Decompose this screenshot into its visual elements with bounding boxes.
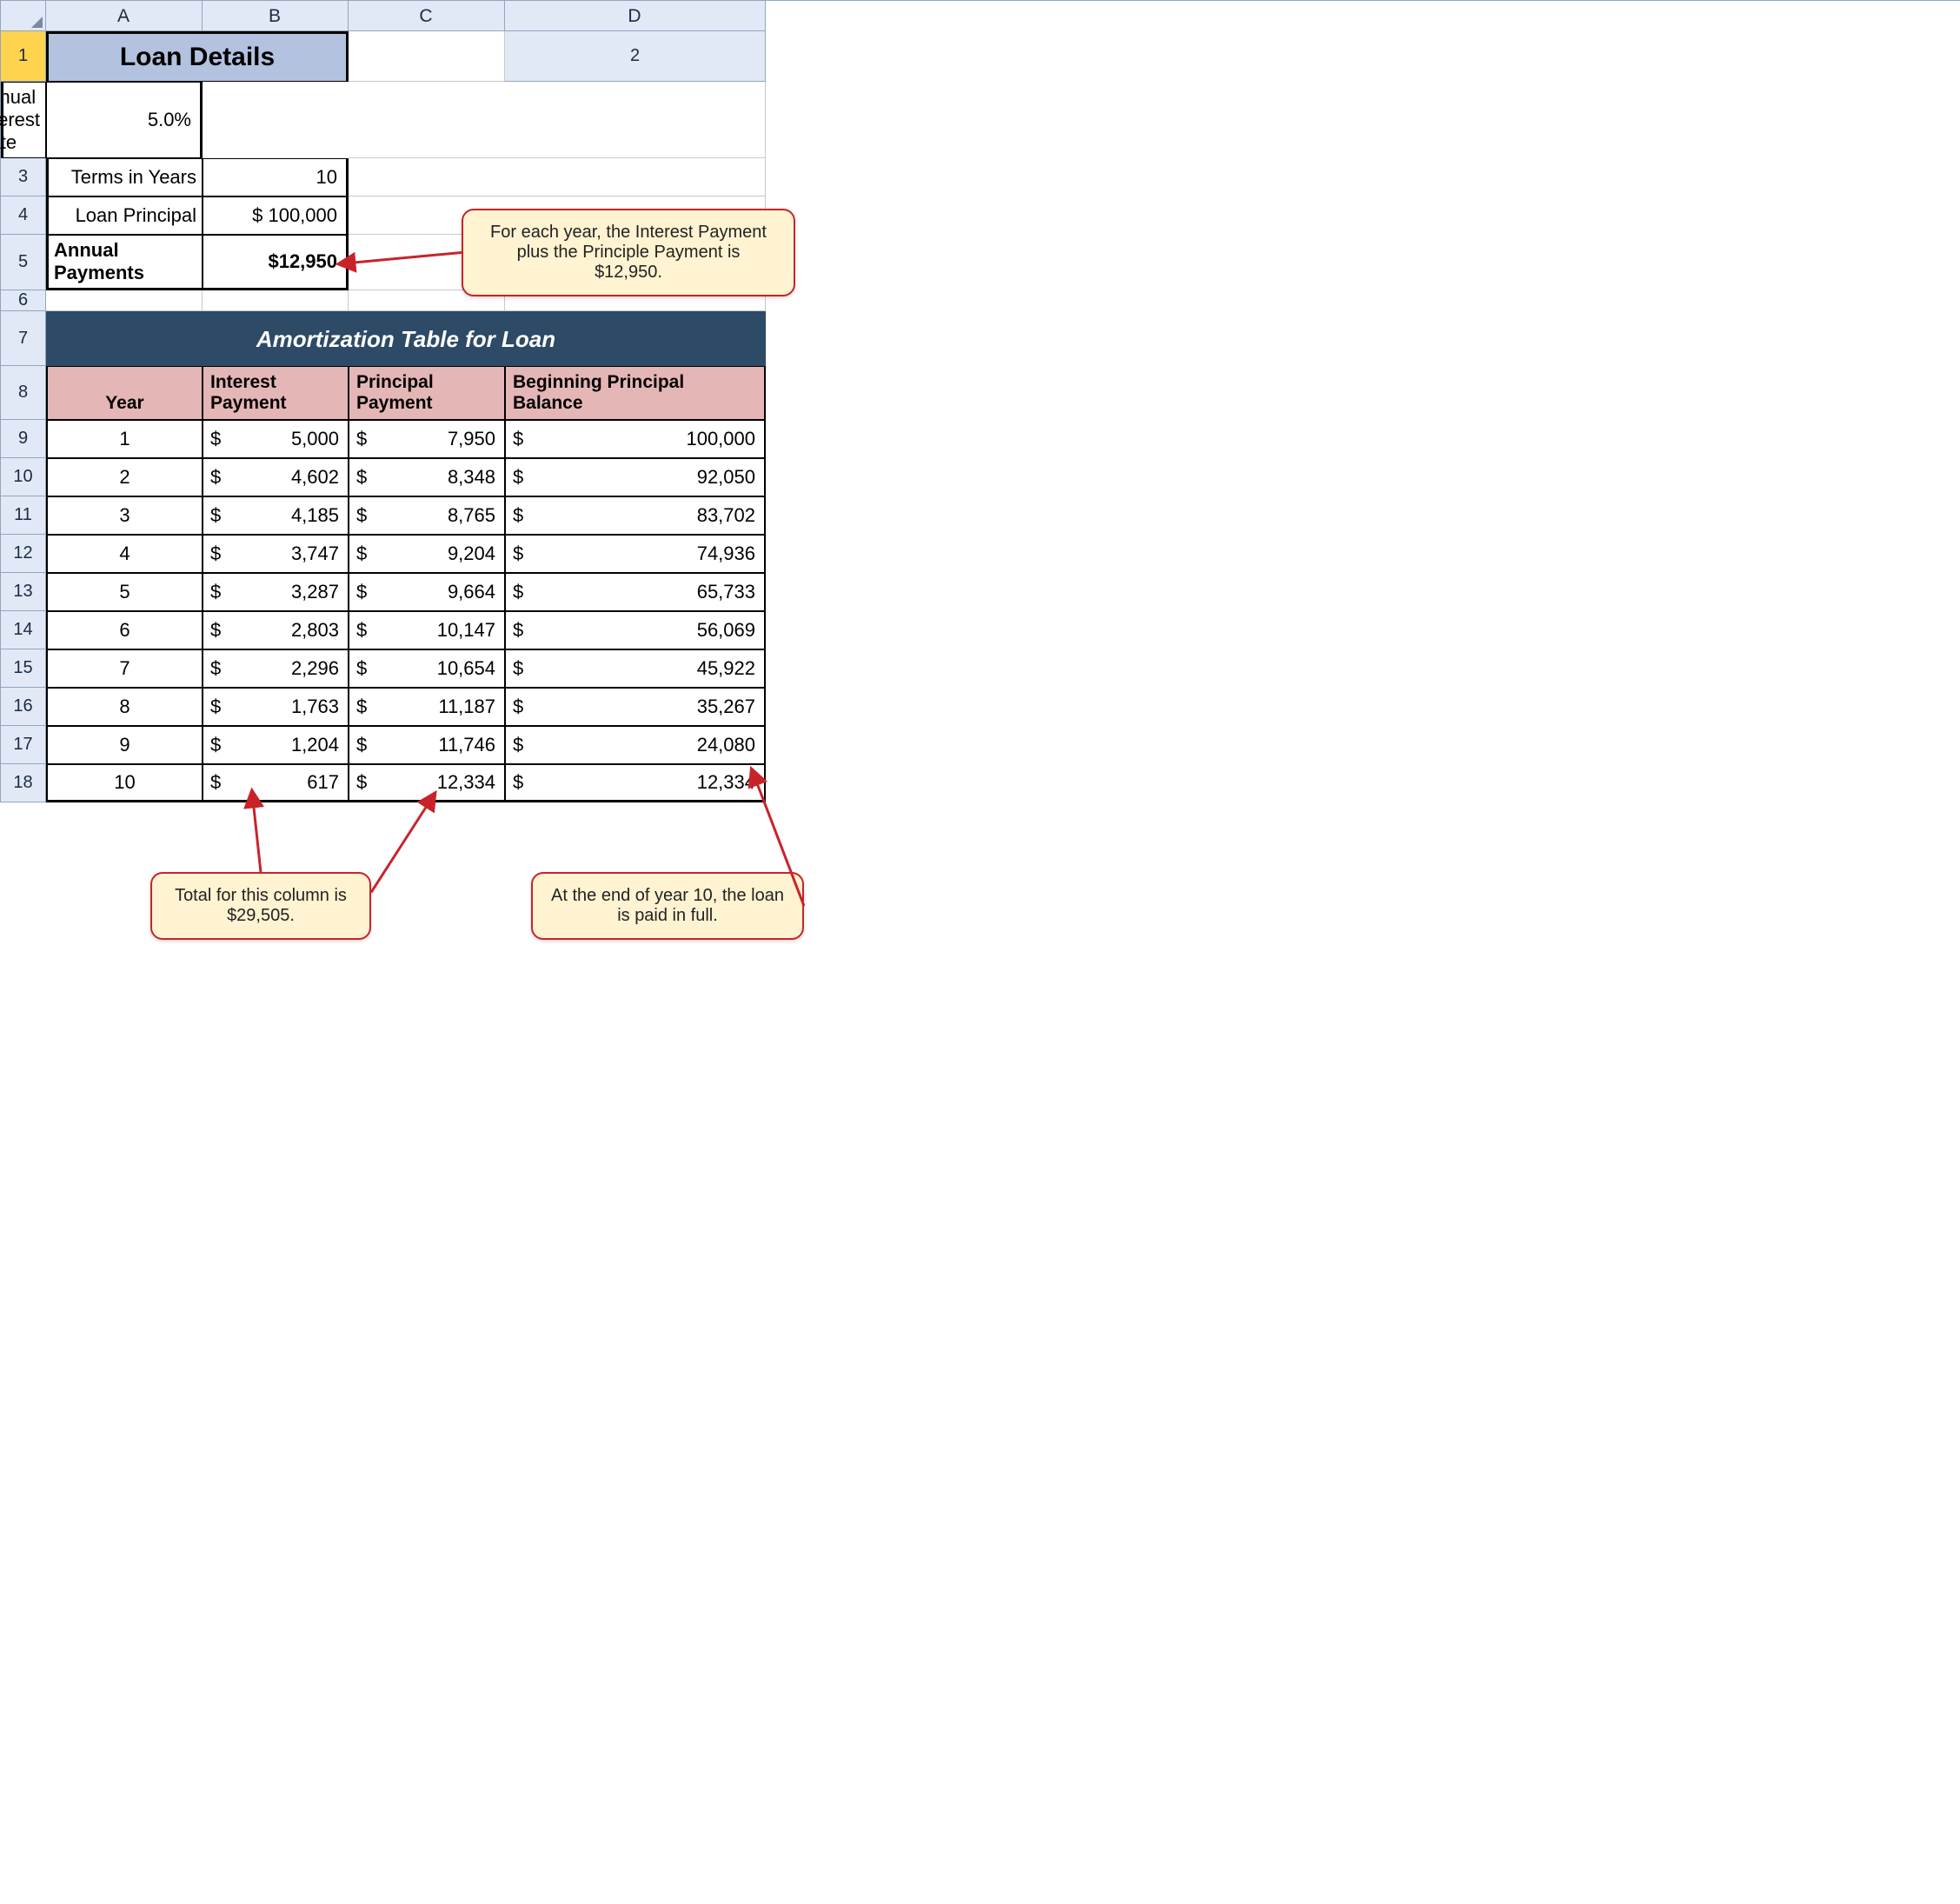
am-head-interest: Interest Payment (203, 366, 349, 420)
am-principal[interactable]: $8,765 (349, 496, 505, 535)
row-header-3[interactable]: 3 (1, 158, 46, 196)
row-header-9[interactable]: 9 (1, 420, 46, 458)
callout-column-total: Total for this column is $29,505. (150, 872, 371, 940)
col-header-C[interactable]: C (349, 1, 505, 31)
amortization-title: Amortization Table for Loan (46, 311, 766, 366)
ld-value-principal[interactable]: $ 100,000 (203, 196, 349, 235)
row-header-10[interactable]: 10 (1, 458, 46, 496)
am-head-principal: Principal Payment (349, 366, 505, 420)
am-year[interactable]: 1 (46, 420, 203, 458)
am-interest[interactable]: $1,763 (203, 688, 349, 726)
am-year[interactable]: 5 (46, 573, 203, 611)
col-header-D[interactable]: D (505, 1, 766, 31)
am-principal[interactable]: $10,147 (349, 611, 505, 649)
am-year[interactable]: 7 (46, 649, 203, 688)
loan-details-title: Loan Details (46, 31, 349, 82)
am-balance[interactable]: $45,922 (505, 649, 766, 688)
ld-label-annual-payments[interactable]: Annual Payments (46, 235, 203, 290)
row-header-5[interactable]: 5 (1, 235, 46, 290)
am-year[interactable]: 2 (46, 458, 203, 496)
row-header-1[interactable]: 1 (1, 31, 46, 82)
ld-label-principal[interactable]: Loan Principal (46, 196, 203, 235)
am-principal[interactable]: $9,664 (349, 573, 505, 611)
spreadsheet-grid: A B C D 1 Loan Details 2 Annual Interest… (0, 0, 1960, 802)
row-header-13[interactable]: 13 (1, 573, 46, 611)
col-header-B[interactable]: B (203, 1, 349, 31)
am-balance[interactable]: $35,267 (505, 688, 766, 726)
ld-label-rate[interactable]: Annual Interest Rate (1, 82, 46, 158)
am-balance[interactable]: $83,702 (505, 496, 766, 535)
row-header-15[interactable]: 15 (1, 649, 46, 688)
am-interest[interactable]: $5,000 (203, 420, 349, 458)
row-header-17[interactable]: 17 (1, 726, 46, 764)
row-header-6[interactable]: 6 (1, 290, 46, 311)
am-year[interactable]: 8 (46, 688, 203, 726)
am-year[interactable]: 6 (46, 611, 203, 649)
cell-B6[interactable] (203, 290, 349, 311)
am-interest[interactable]: $4,185 (203, 496, 349, 535)
am-principal[interactable]: $12,334 (349, 764, 505, 802)
am-year[interactable]: 3 (46, 496, 203, 535)
am-balance[interactable]: $100,000 (505, 420, 766, 458)
ld-value-annual-payments[interactable]: $12,950 (203, 235, 349, 290)
cell-A6[interactable] (46, 290, 203, 311)
am-principal[interactable]: $10,654 (349, 649, 505, 688)
cell-D3[interactable] (349, 158, 766, 196)
am-balance[interactable]: $74,936 (505, 535, 766, 573)
am-head-year: Year (46, 366, 203, 420)
am-head-balance: Beginning Principal Balance (505, 366, 766, 420)
am-interest[interactable]: $4,602 (203, 458, 349, 496)
am-interest[interactable]: $3,287 (203, 573, 349, 611)
am-interest[interactable]: $2,296 (203, 649, 349, 688)
cell-C2-pad[interactable] (349, 82, 766, 158)
am-principal[interactable]: $11,187 (349, 688, 505, 726)
ld-label-term[interactable]: Terms in Years (46, 158, 203, 196)
am-year[interactable]: 4 (46, 535, 203, 573)
am-principal[interactable]: $11,746 (349, 726, 505, 764)
callout-paid-in-full: At the end of year 10, the loan is paid … (531, 872, 804, 940)
am-interest[interactable]: $617 (203, 764, 349, 802)
am-interest[interactable]: $1,204 (203, 726, 349, 764)
select-all-corner[interactable] (1, 1, 46, 31)
am-principal[interactable]: $9,204 (349, 535, 505, 573)
am-balance[interactable]: $24,080 (505, 726, 766, 764)
row-header-14[interactable]: 14 (1, 611, 46, 649)
am-balance[interactable]: $65,733 (505, 573, 766, 611)
am-balance[interactable]: $56,069 (505, 611, 766, 649)
am-year[interactable]: 10 (46, 764, 203, 802)
am-interest[interactable]: $3,747 (203, 535, 349, 573)
ld-value-term[interactable]: 10 (203, 158, 349, 196)
row-header-8[interactable]: 8 (1, 366, 46, 420)
cell-D1[interactable] (349, 31, 505, 82)
row-header-12[interactable]: 12 (1, 535, 46, 573)
callout-annual-payment: For each year, the Interest Payment plus… (462, 209, 795, 296)
row-header-11[interactable]: 11 (1, 496, 46, 535)
am-balance[interactable]: $92,050 (505, 458, 766, 496)
am-principal[interactable]: $8,348 (349, 458, 505, 496)
am-year[interactable]: 9 (46, 726, 203, 764)
am-interest[interactable]: $2,803 (203, 611, 349, 649)
am-balance[interactable]: $12,334 (505, 764, 766, 802)
row-header-18[interactable]: 18 (1, 764, 46, 802)
col-header-A[interactable]: A (46, 1, 203, 31)
ld-value-rate[interactable]: 5.0% (46, 82, 203, 158)
row-header-16[interactable]: 16 (1, 688, 46, 726)
row-header-2[interactable]: 2 (505, 31, 766, 82)
row-header-4[interactable]: 4 (1, 196, 46, 235)
row-header-7[interactable]: 7 (1, 311, 46, 366)
am-principal[interactable]: $7,950 (349, 420, 505, 458)
